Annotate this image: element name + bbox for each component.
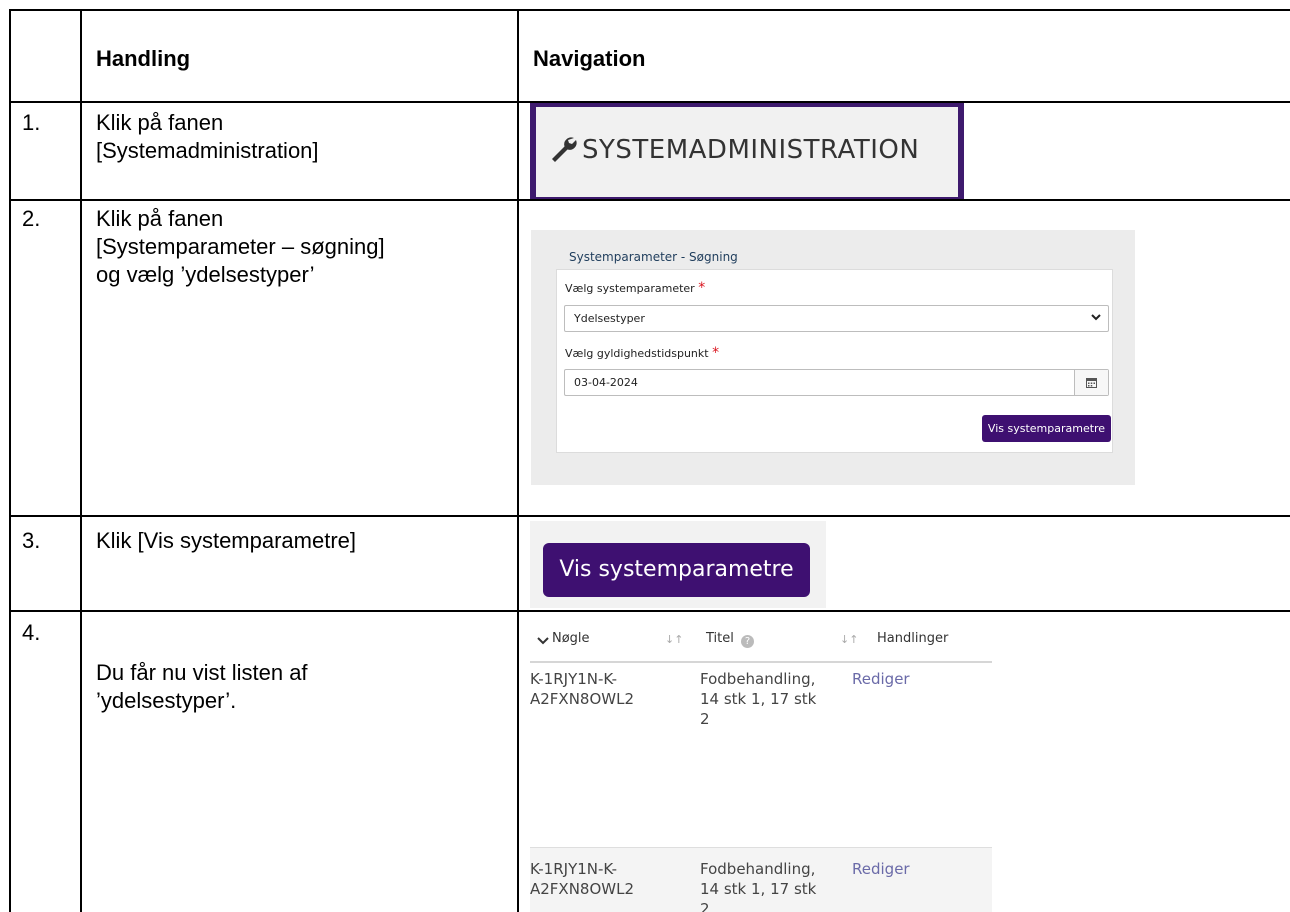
param-required-mark: *: [698, 280, 706, 296]
row-1-action-line-2: [Systemadministration]: [96, 138, 319, 163]
row-4-action: Du får nu vist listen af ’ydelsestyper’.: [96, 660, 308, 714]
header-handling: Handling: [96, 46, 191, 71]
date-required-mark: *: [712, 345, 720, 361]
column-header-title-text: Titel: [706, 631, 734, 646]
table-border-top: [9, 9, 1290, 11]
key-line-1: K-1RJY1N-K-: [530, 670, 618, 688]
row-divider-1: [9, 199, 1290, 201]
key-line-1: K-1RJY1N-K-: [530, 860, 618, 878]
date-label: Vælg gyldighedstidspunkt *: [565, 345, 719, 361]
column-header-title[interactable]: Titel ?: [706, 631, 755, 648]
title-line-1: Fodbehandling,: [700, 860, 816, 878]
column-header-key[interactable]: Nøgle: [552, 631, 590, 646]
show-systemparameters-button[interactable]: Vis systemparametre: [982, 415, 1111, 442]
row-1-action-line-1: Klik på fanen: [96, 110, 224, 135]
ydelsestyper-list-screenshot: Nøgle ↓↑ Titel ? ↓↑ Handlinger K-1RJY1N-…: [530, 613, 992, 912]
systemparameter-select-value: Ydelsestyper: [574, 312, 645, 325]
table-border-left: [9, 9, 11, 912]
calendar-button[interactable]: [1074, 370, 1108, 395]
row-2-number: 2.: [22, 206, 41, 231]
sort-icon[interactable]: ↓↑: [840, 633, 858, 646]
row-3-action-line-1: Klik [Vis systemparametre]: [96, 528, 357, 553]
chevron-down-icon: [537, 637, 549, 645]
list-item-title: Fodbehandling, 14 stk 1, 17 stk 2: [700, 859, 816, 912]
row-divider-2: [9, 515, 1290, 517]
title-line-1: Fodbehandling,: [700, 670, 816, 688]
list-item-key: K-1RJY1N-K- A2FXN8OWL2: [530, 669, 634, 709]
edit-link[interactable]: Rediger: [852, 859, 910, 879]
row-2-action-line-3: og vælg ’ydelsestyper’: [96, 262, 315, 287]
row-divider-3: [9, 610, 1290, 612]
systemparameter-select[interactable]: Ydelsestyper: [564, 305, 1109, 332]
date-label-text: Vælg gyldighedstidspunkt: [565, 347, 709, 360]
row-2-action-line-1: Klik på fanen: [96, 206, 224, 231]
systemparameter-search-screenshot: Systemparameter - Søgning Vælg systempar…: [531, 230, 1135, 485]
form-title: Systemparameter - Søgning: [569, 250, 738, 264]
column-divider-1: [80, 9, 82, 912]
list-item-title: Fodbehandling, 14 stk 1, 17 stk 2: [700, 669, 816, 729]
header-underline: [530, 661, 992, 663]
param-label: Vælg systemparameter *: [565, 280, 705, 296]
row-1-action: Klik på fanen [Systemadministration]: [96, 110, 319, 164]
systemadministration-tab-label: SYSTEMADMINISTRATION: [582, 135, 920, 165]
edit-link[interactable]: Rediger: [852, 669, 910, 689]
row-2-action-line-2: [Systemparameter – søgning]: [96, 234, 385, 259]
title-line-3: 2: [700, 900, 710, 912]
systemadministration-tab-screenshot: SYSTEMADMINISTRATION: [530, 103, 964, 199]
wrench-icon: [552, 137, 577, 162]
show-systemparameters-screenshot: Vis systemparametre: [530, 521, 826, 608]
chevron-down-icon: [1091, 314, 1101, 321]
row-2-action: Klik på fanen [Systemparameter – søgning…: [96, 206, 385, 288]
title-line-2: 14 stk 1, 17 stk: [700, 880, 817, 898]
validity-date-input[interactable]: 03-04-2024: [564, 369, 1109, 396]
show-systemparameters-big-button[interactable]: Vis systemparametre: [543, 543, 810, 597]
title-line-3: 2: [700, 710, 710, 728]
key-line-2: A2FXN8OWL2: [530, 880, 635, 898]
column-divider-2: [517, 9, 519, 912]
validity-date-value: 03-04-2024: [574, 376, 638, 389]
row-4-action-line-1: Du får nu vist listen af: [96, 660, 308, 685]
param-label-text: Vælg systemparameter: [565, 282, 695, 295]
list-item-key: K-1RJY1N-K- A2FXN8OWL2: [530, 859, 634, 899]
row-3-action: Klik [Vis systemparametre]: [96, 528, 356, 554]
sort-icon[interactable]: ↓↑: [665, 633, 683, 646]
row-4-action-line-2: ’ydelsestyper’.: [96, 688, 237, 713]
row-4-number: 4.: [22, 620, 41, 645]
header-navigation: Navigation: [533, 46, 646, 71]
help-icon[interactable]: ?: [741, 635, 755, 648]
form-panel: Vælg systemparameter * Ydelsestyper Vælg…: [556, 269, 1113, 453]
title-line-2: 14 stk 1, 17 stk: [700, 690, 817, 708]
row-3-number: 3.: [22, 528, 41, 553]
key-line-2: A2FXN8OWL2: [530, 690, 635, 708]
column-header-actions: Handlinger: [877, 631, 949, 646]
calendar-icon: [1086, 378, 1097, 388]
row-1-number: 1.: [22, 110, 41, 135]
